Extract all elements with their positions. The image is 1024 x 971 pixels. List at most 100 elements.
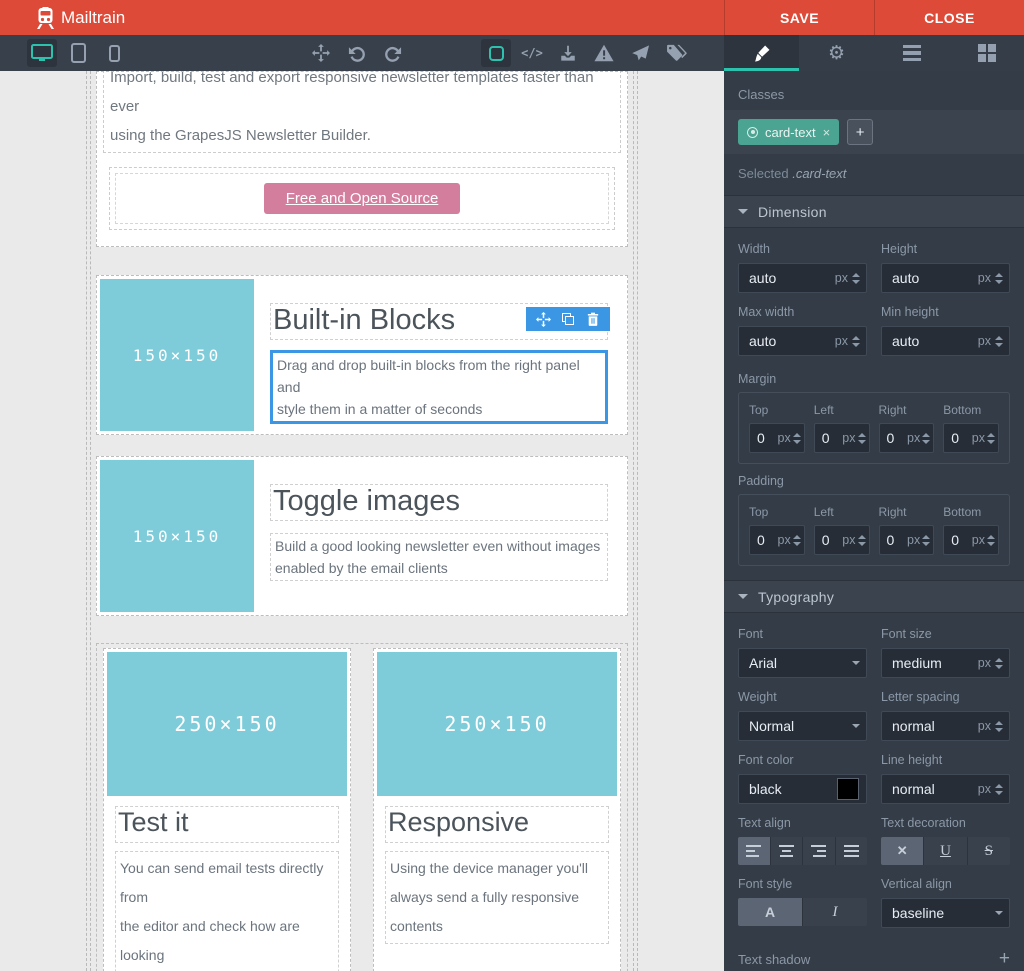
stepper[interactable]	[995, 332, 1003, 351]
toggle-borders-button[interactable]	[481, 39, 511, 67]
font-style-normal-button[interactable]: A	[738, 898, 803, 926]
font-color-input[interactable]: black	[738, 774, 867, 804]
send-test-button[interactable]	[625, 39, 655, 67]
redo-button[interactable]	[378, 39, 408, 67]
cta-container[interactable]: Free and Open Source	[109, 167, 615, 230]
stepper[interactable]	[987, 531, 995, 550]
max-width-input[interactable]: auto px	[738, 326, 867, 356]
stepper[interactable]	[987, 429, 995, 448]
column-title[interactable]: Responsive	[385, 806, 609, 843]
stepper[interactable]	[995, 717, 1003, 736]
close-button[interactable]: CLOSE	[874, 0, 1024, 35]
check-compatibility-button[interactable]	[589, 39, 619, 67]
column-responsive[interactable]: 250×150 Responsive Using the device mana…	[373, 648, 621, 971]
column-title[interactable]: Test it	[115, 806, 339, 843]
duplicate-icon[interactable]	[560, 311, 576, 327]
color-swatch[interactable]	[838, 779, 858, 799]
tab-layer-manager[interactable]	[874, 35, 949, 71]
margin-left-input[interactable]: 0 px	[814, 423, 870, 453]
add-shadow-icon[interactable]: +	[999, 948, 1010, 970]
stepper[interactable]	[793, 531, 801, 550]
device-desktop-button[interactable]	[27, 39, 57, 67]
padding-left-input[interactable]: 0 px	[814, 525, 870, 555]
stepper[interactable]	[922, 531, 930, 550]
stepper[interactable]	[995, 780, 1003, 799]
newsletter-body[interactable]: Import, build, test and export responsiv…	[86, 71, 638, 971]
remove-class-icon[interactable]: ×	[823, 125, 831, 140]
placeholder-image-250[interactable]: 250×150	[107, 652, 347, 796]
margin-right-input[interactable]: 0 px	[879, 423, 935, 453]
card-built-in-blocks[interactable]: 150×150 Built-in Blocks	[96, 275, 628, 435]
section-typography[interactable]: Typography	[724, 580, 1024, 613]
add-class-button[interactable]: +	[847, 119, 873, 145]
placeholder-image-150[interactable]: 150×150	[100, 460, 254, 612]
margin-bottom-input[interactable]: 0 px	[943, 423, 999, 453]
decoration-none-button[interactable]: ✕	[881, 837, 924, 865]
selected-card-text[interactable]: Drag and drop built-in blocks from the r…	[270, 350, 608, 424]
align-justify-button[interactable]	[836, 837, 868, 865]
card-title[interactable]: Toggle images	[270, 484, 608, 521]
letter-spacing-input[interactable]: normal px	[881, 711, 1010, 741]
height-input[interactable]: auto px	[881, 263, 1010, 293]
column-text[interactable]: You can send email tests directly from t…	[115, 851, 339, 971]
stepper[interactable]	[858, 531, 866, 550]
font-size-input[interactable]: medium px	[881, 648, 1010, 678]
align-left-button[interactable]	[738, 837, 771, 865]
intro-text[interactable]: Import, build, test and export responsiv…	[103, 71, 621, 153]
two-column-section[interactable]: 250×150 Test it You can send email tests…	[96, 643, 628, 971]
weight-select[interactable]: Normal	[738, 711, 867, 741]
section-dimension[interactable]: Dimension	[724, 195, 1024, 228]
tab-settings[interactable]: ⚙	[799, 35, 874, 71]
cta-button[interactable]: Free and Open Source	[264, 183, 461, 214]
strikethrough-button[interactable]: S	[968, 837, 1010, 865]
card-text[interactable]: Build a good looking newsletter even wit…	[270, 533, 608, 581]
class-tag-card-text[interactable]: card-text ×	[738, 119, 839, 145]
line-height-input[interactable]: normal px	[881, 774, 1010, 804]
min-height-input[interactable]: auto px	[881, 326, 1010, 356]
card-toggle-images[interactable]: 150×150 Toggle images Build a good looki…	[96, 456, 628, 616]
stepper[interactable]	[922, 429, 930, 448]
device-switcher	[24, 39, 132, 67]
save-button[interactable]: SAVE	[724, 0, 874, 35]
placeholder-image-150[interactable]: 150×150	[100, 279, 254, 431]
undo-button[interactable]	[342, 39, 372, 67]
tab-style-manager[interactable]	[724, 35, 799, 71]
tab-block-manager[interactable]	[949, 35, 1024, 71]
device-mobile-button[interactable]	[99, 39, 129, 67]
fullscreen-button[interactable]	[306, 39, 336, 67]
stepper[interactable]	[852, 332, 860, 351]
target-icon[interactable]	[747, 127, 758, 138]
stepper[interactable]	[995, 269, 1003, 288]
column-test-it[interactable]: 250×150 Test it You can send email tests…	[103, 648, 351, 971]
font-style-italic-button[interactable]: I	[803, 898, 867, 926]
intro-section[interactable]: Import, build, test and export responsiv…	[96, 71, 628, 247]
underline-button[interactable]: U	[924, 837, 967, 865]
align-right-button[interactable]	[803, 837, 836, 865]
manage-tags-button[interactable]	[661, 39, 691, 67]
font-select[interactable]: Arial	[738, 648, 867, 678]
column-text[interactable]: Using the device manager you'll always s…	[385, 851, 609, 944]
device-tablet-button[interactable]	[63, 39, 93, 67]
column-content[interactable]: Responsive Using the device manager you'…	[377, 796, 617, 970]
padding-right-input[interactable]: 0 px	[879, 525, 935, 555]
delete-icon[interactable]	[585, 311, 601, 327]
stepper[interactable]	[858, 429, 866, 448]
card-content[interactable]: Built-in Blocks	[254, 279, 624, 431]
stepper[interactable]	[793, 429, 801, 448]
import-template-button[interactable]	[553, 39, 583, 67]
margin-top-input[interactable]: 0 px	[749, 423, 805, 453]
cta-cell[interactable]: Free and Open Source	[115, 173, 609, 224]
view-code-button[interactable]: </>	[517, 39, 547, 67]
padding-top-input[interactable]: 0 px	[749, 525, 805, 555]
padding-bottom-input[interactable]: 0 px	[943, 525, 999, 555]
placeholder-image-250[interactable]: 250×150	[377, 652, 617, 796]
align-center-button[interactable]	[771, 837, 804, 865]
card-content[interactable]: Toggle images Build a good looking newsl…	[254, 460, 624, 612]
stepper[interactable]	[995, 654, 1003, 673]
width-input[interactable]: auto px	[738, 263, 867, 293]
move-handle-icon[interactable]	[535, 311, 551, 327]
column-content[interactable]: Test it You can send email tests directl…	[107, 796, 347, 971]
newsletter-container[interactable]: Import, build, test and export responsiv…	[90, 71, 634, 971]
stepper[interactable]	[852, 269, 860, 288]
vertical-align-select[interactable]: baseline	[881, 898, 1010, 928]
